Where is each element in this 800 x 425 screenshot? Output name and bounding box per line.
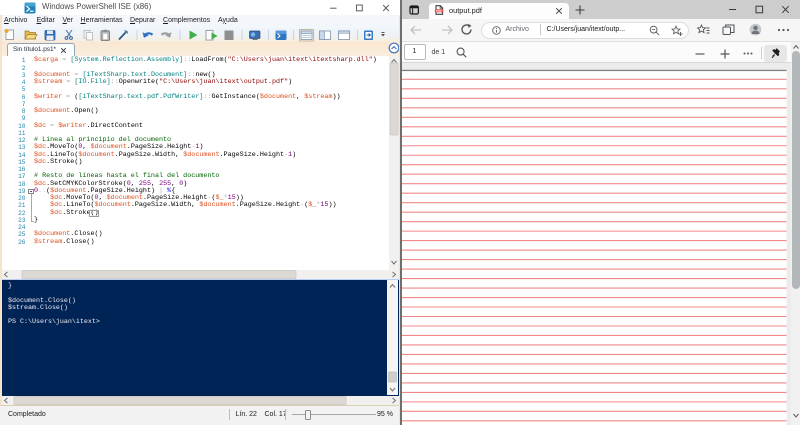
svg-text:PDF: PDF (436, 8, 442, 12)
